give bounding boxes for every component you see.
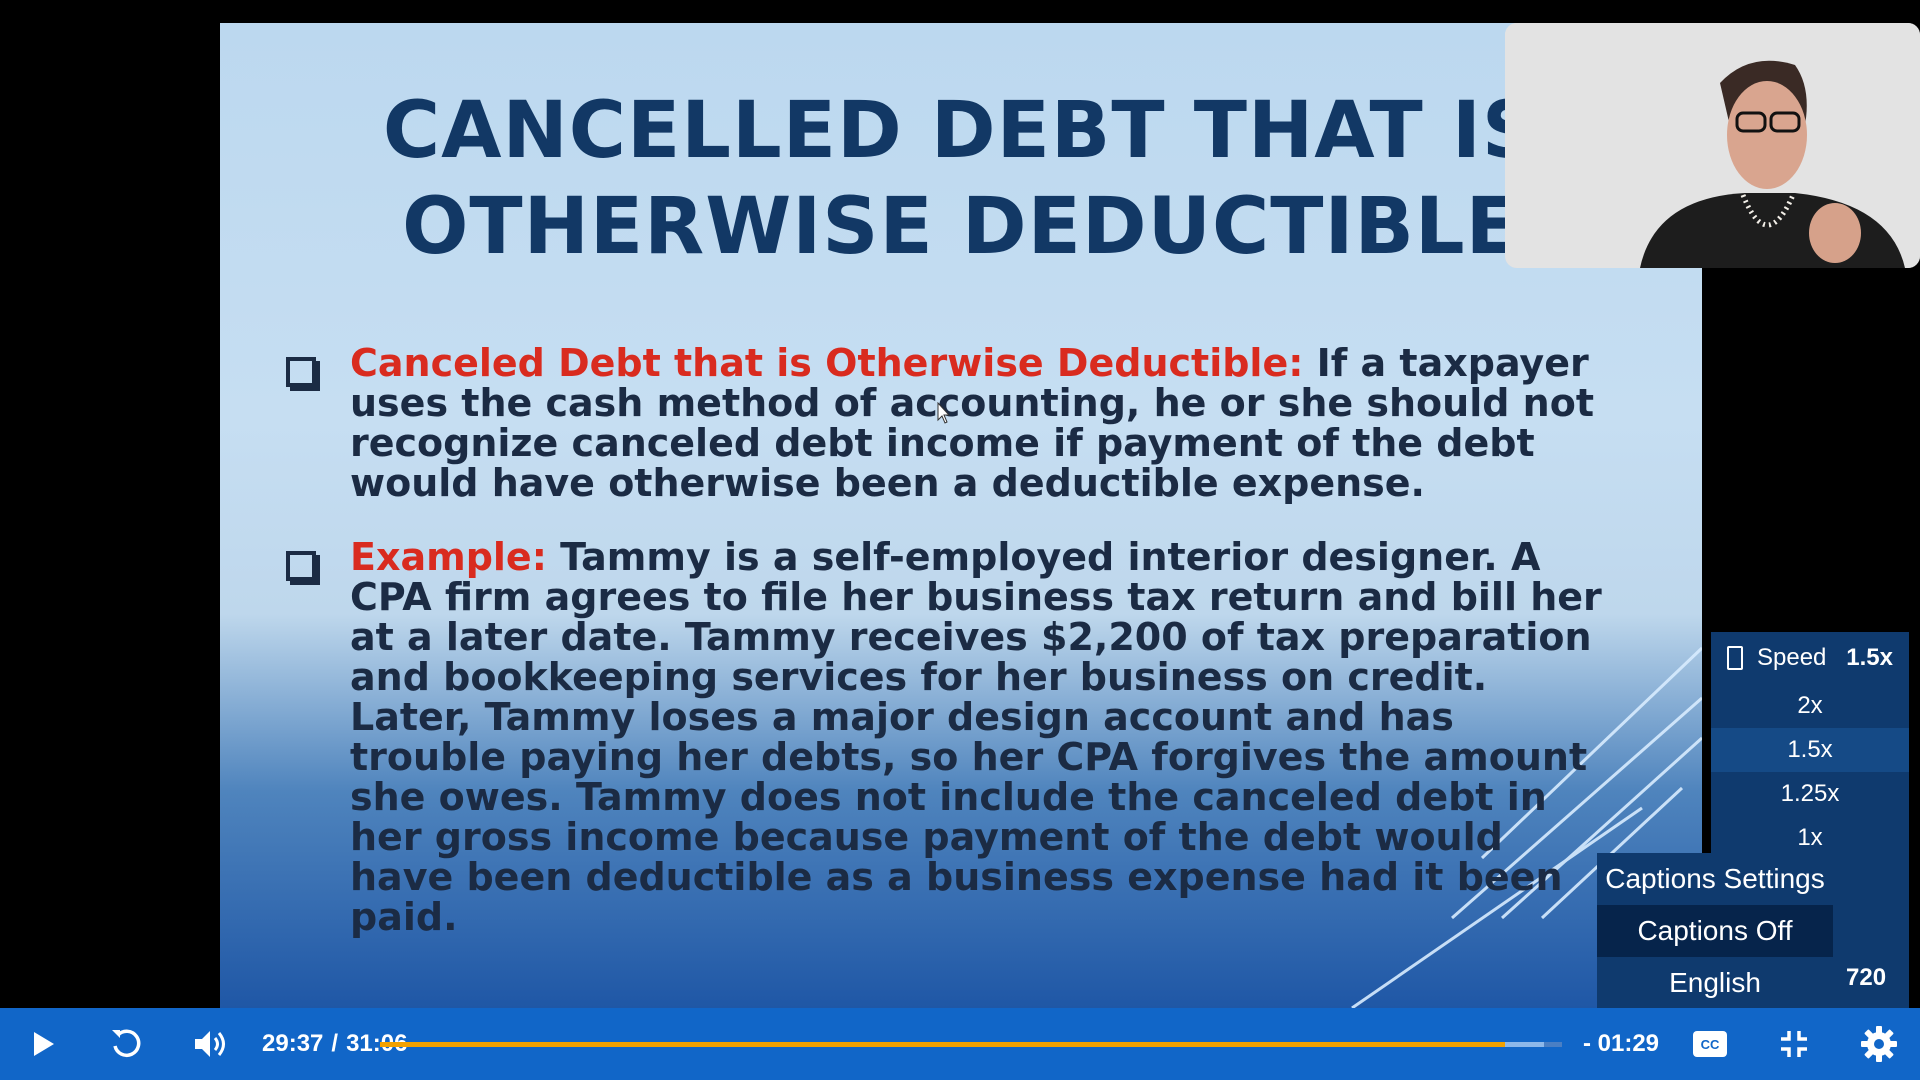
speed-icon	[1727, 646, 1743, 670]
settings-gear-icon	[1861, 1026, 1897, 1062]
slide-title-line-1: CANCELLED DEBT THAT IS	[382, 86, 1540, 176]
speed-option-1-25x[interactable]: 1.25x	[1711, 772, 1909, 816]
replay-icon	[112, 1029, 141, 1058]
presenter-video-inset	[1505, 23, 1920, 268]
checkbox-bullet-icon	[286, 357, 316, 387]
current-time: 29:37	[262, 1030, 324, 1057]
presenter-image	[1505, 23, 1920, 268]
time-separator: /	[331, 1030, 339, 1057]
slide-title-line-2: OTHERWISE DEDUCTIBLE	[402, 182, 1520, 272]
seek-bar-played	[380, 1042, 1506, 1047]
settings-button[interactable]	[1854, 1008, 1904, 1080]
svg-text:CC: CC	[1701, 1037, 1720, 1052]
slide-bullet-text: Canceled Debt that is Otherwise Deductib…	[350, 343, 1606, 503]
speed-menu-header[interactable]: Speed 1.5x	[1711, 632, 1909, 684]
speed-current-value: 1.5x	[1846, 644, 1893, 671]
slide-bullet-lead: Canceled Debt that is Otherwise Deductib…	[350, 341, 1304, 385]
closed-captions-icon: CC	[1693, 1031, 1727, 1057]
play-icon	[34, 1032, 54, 1056]
slide-bullet: Example: Tammy is a self-employed interi…	[286, 537, 1606, 937]
checkbox-bullet-icon	[286, 551, 316, 581]
replay-button[interactable]	[100, 1008, 152, 1080]
slide-title: CANCELLED DEBT THAT IS OTHERWISE DEDUCTI…	[220, 83, 1702, 275]
seek-bar[interactable]	[380, 1042, 1562, 1047]
captions-off-item[interactable]: Captions Off	[1597, 905, 1833, 957]
exit-fullscreen-icon	[1781, 1031, 1807, 1057]
play-button[interactable]	[18, 1008, 68, 1080]
speed-option-1-5x[interactable]: 1.5x	[1711, 728, 1909, 772]
slide-bullet-lead: Example:	[350, 535, 547, 579]
speed-option-2x[interactable]: 2x	[1711, 684, 1909, 728]
captions-menu: Captions Settings Captions Off English	[1597, 853, 1833, 1008]
slide-bullet-body: Tammy is a self-employed interior design…	[350, 535, 1602, 939]
volume-icon	[195, 1031, 225, 1057]
volume-button[interactable]	[186, 1008, 236, 1080]
remaining-time-display: - 01:29	[1578, 1008, 1664, 1080]
video-player[interactable]: CANCELLED DEBT THAT IS OTHERWISE DEDUCTI…	[0, 0, 1920, 1008]
remaining-time: - 01:29	[1582, 1030, 1660, 1057]
slide-bullet-list: Canceled Debt that is Otherwise Deductib…	[286, 343, 1606, 971]
closed-captions-button[interactable]: CC	[1688, 1008, 1732, 1080]
captions-english-item[interactable]: English	[1597, 957, 1833, 1009]
exit-fullscreen-button[interactable]	[1772, 1008, 1816, 1080]
quality-option[interactable]: 720	[1846, 964, 1886, 992]
slide-bullet-text: Example: Tammy is a self-employed interi…	[350, 537, 1606, 937]
mouse-cursor-icon	[937, 402, 951, 424]
captions-settings-item[interactable]: Captions Settings	[1597, 853, 1833, 905]
presentation-slide: CANCELLED DEBT THAT IS OTHERWISE DEDUCTI…	[220, 23, 1702, 1008]
speed-label: Speed	[1757, 644, 1827, 671]
